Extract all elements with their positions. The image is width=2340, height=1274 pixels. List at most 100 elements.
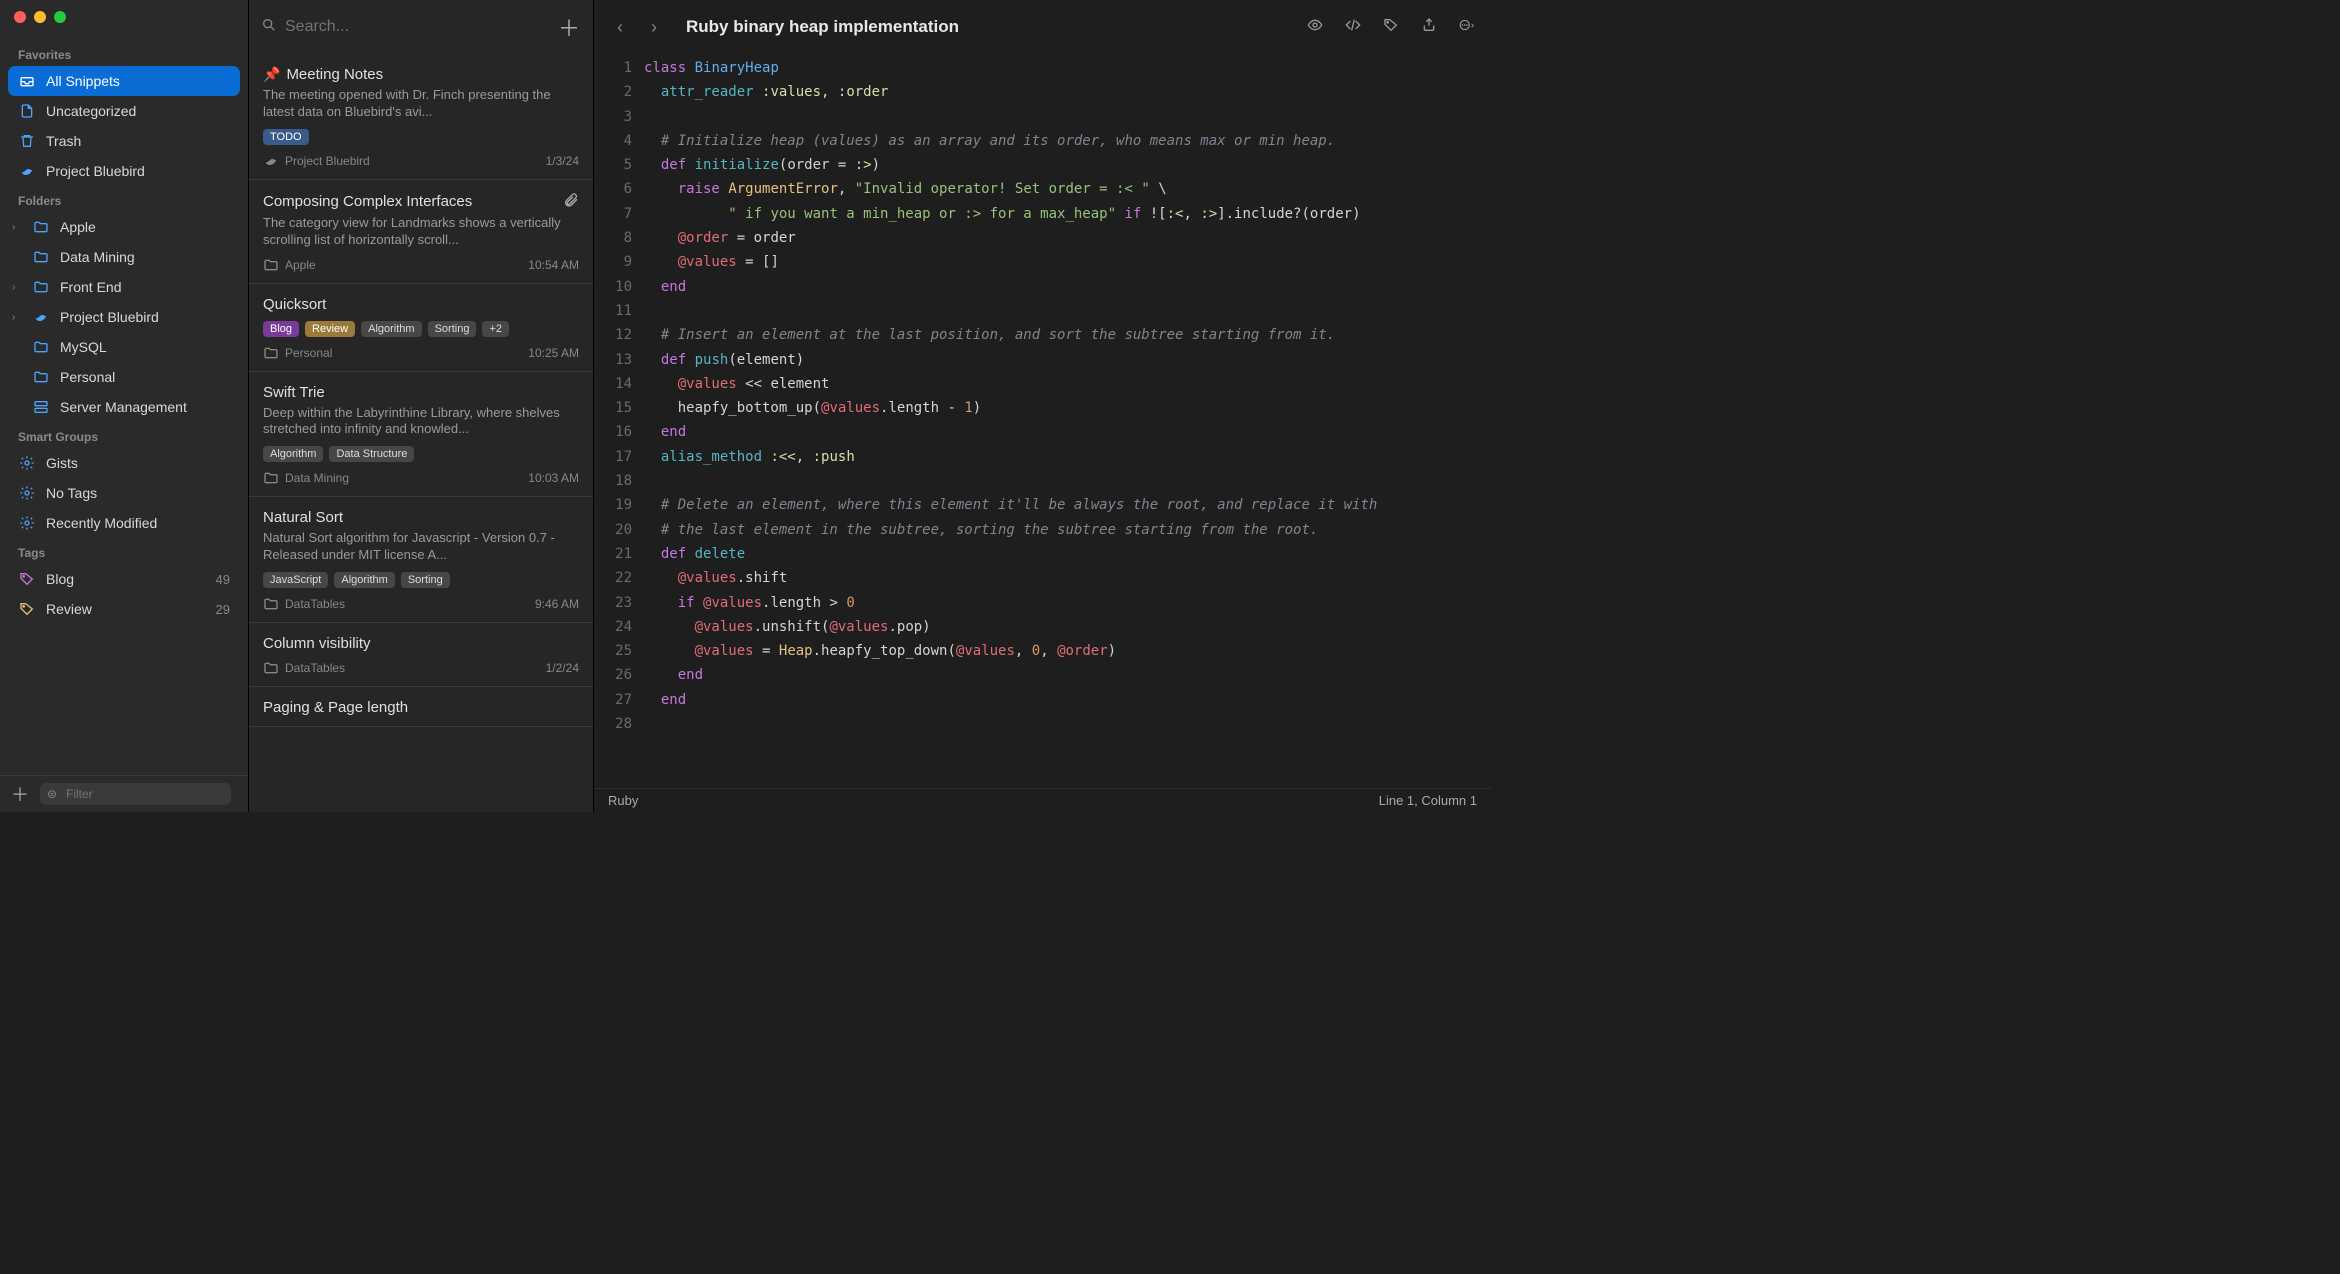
snippet-time: 9:46 AM <box>535 597 579 611</box>
sidebar-item-label: Apple <box>60 219 96 235</box>
gear-icon <box>18 454 36 472</box>
snippet-tag[interactable]: Sorting <box>401 572 450 588</box>
snippet-tag[interactable]: Sorting <box>428 321 477 337</box>
forward-button[interactable]: › <box>644 17 664 38</box>
snippet-title: Meeting Notes <box>286 66 579 83</box>
snippet-tag[interactable]: Data Structure <box>329 446 414 462</box>
sidebar-item-tag-review[interactable]: Review 29 <box>8 594 240 624</box>
snippet-tag[interactable]: Review <box>305 321 355 337</box>
tag-count: 49 <box>216 572 230 587</box>
snippet-preview: The category view for Landmarks shows a … <box>263 215 579 249</box>
snippet-time: 10:25 AM <box>528 346 579 360</box>
share-icon[interactable] <box>1421 17 1437 38</box>
editor-pane: ‹ › Ruby binary heap implementation <box>594 0 1491 812</box>
sidebar-item-uncategorized[interactable]: Uncategorized <box>8 96 240 126</box>
snippet-tag[interactable]: +2 <box>482 321 509 337</box>
gear-icon <box>18 514 36 532</box>
sidebar-section-folders: Folders <box>8 186 240 212</box>
sidebar-item-label: Uncategorized <box>46 103 136 119</box>
bluebird-icon <box>18 162 36 180</box>
sidebar-item-project-bluebird-folder[interactable]: › Project Bluebird <box>8 302 240 332</box>
chevron-right-icon[interactable]: › <box>12 222 22 233</box>
sidebar-section-favorites: Favorites <box>8 40 240 66</box>
trash-icon <box>18 132 36 150</box>
chevron-right-icon[interactable]: › <box>12 282 22 293</box>
sidebar-item-project-bluebird-fav[interactable]: Project Bluebird <box>8 156 240 186</box>
status-bar: Ruby Line 1, Column 1 <box>594 788 1491 812</box>
snippet-time: 1/2/24 <box>546 661 579 675</box>
sidebar-section-smart-groups: Smart Groups <box>8 422 240 448</box>
sidebar-item-label: No Tags <box>46 485 97 501</box>
sidebar-item-mysql[interactable]: MySQL <box>8 332 240 362</box>
editor-title: Ruby binary heap implementation <box>686 17 1293 37</box>
close-window-icon[interactable] <box>14 11 26 23</box>
minimize-window-icon[interactable] <box>34 11 46 23</box>
sidebar-item-label: Front End <box>60 279 121 295</box>
snippet-title: Natural Sort <box>263 509 579 526</box>
new-snippet-button[interactable]: ＋ <box>557 11 581 43</box>
snippet-preview: Natural Sort algorithm for Javascript - … <box>263 530 579 564</box>
sidebar-item-apple[interactable]: › Apple <box>8 212 240 242</box>
snippet-card[interactable]: Paging & Page length <box>249 687 593 727</box>
tag-icon[interactable] <box>1383 17 1399 38</box>
sidebar: Favorites All Snippets Uncategorized Tra… <box>0 0 249 812</box>
snippet-tag[interactable]: JavaScript <box>263 572 328 588</box>
tag-count: 29 <box>216 602 230 617</box>
snippet-title: Column visibility <box>263 635 579 652</box>
search-input[interactable] <box>285 18 547 36</box>
sidebar-item-recently-modified[interactable]: Recently Modified <box>8 508 240 538</box>
server-icon <box>32 398 50 416</box>
attachment-icon <box>563 192 579 211</box>
sidebar-item-label: Gists <box>46 455 78 471</box>
snippet-card[interactable]: Swift TrieDeep within the Labyrinthine L… <box>249 372 593 498</box>
sidebar-item-tag-blog[interactable]: Blog 49 <box>8 564 240 594</box>
cursor-position: Line 1, Column 1 <box>1379 793 1477 808</box>
sidebar-item-all-snippets[interactable]: All Snippets <box>8 66 240 96</box>
snippet-preview: Deep within the Labyrinthine Library, wh… <box>263 405 579 439</box>
sidebar-item-label: Trash <box>46 133 81 149</box>
maximize-window-icon[interactable] <box>54 11 66 23</box>
folder-icon <box>32 218 50 236</box>
code-editor[interactable]: 1234567891011121314151617181920212223242… <box>594 54 1491 788</box>
inbox-icon <box>18 72 36 90</box>
sidebar-item-gists[interactable]: Gists <box>8 448 240 478</box>
snippet-tag[interactable]: Blog <box>263 321 299 337</box>
language-label[interactable]: Ruby <box>608 793 638 808</box>
sidebar-item-server-management[interactable]: Server Management <box>8 392 240 422</box>
more-icon[interactable] <box>1459 17 1475 38</box>
filter-input[interactable] <box>40 783 231 805</box>
snippet-time: 1/3/24 <box>546 154 579 168</box>
sidebar-item-label: MySQL <box>60 339 107 355</box>
back-button[interactable]: ‹ <box>610 17 630 38</box>
snippet-tag[interactable]: TODO <box>263 129 309 145</box>
snippet-time: 10:03 AM <box>528 471 579 485</box>
sidebar-item-front-end[interactable]: › Front End <box>8 272 240 302</box>
preview-icon[interactable] <box>1307 17 1323 38</box>
snippet-card[interactable]: Composing Complex InterfacesThe category… <box>249 180 593 284</box>
snippet-tag[interactable]: Algorithm <box>334 572 394 588</box>
code-icon[interactable] <box>1345 17 1361 38</box>
snippet-card[interactable]: 📌Meeting NotesThe meeting opened with Dr… <box>249 54 593 180</box>
chevron-right-icon[interactable]: › <box>12 312 22 323</box>
sidebar-item-data-mining[interactable]: Data Mining <box>8 242 240 272</box>
sidebar-item-trash[interactable]: Trash <box>8 126 240 156</box>
sidebar-footer: ＋ ⊜ <box>0 775 248 812</box>
sidebar-item-label: All Snippets <box>46 73 120 89</box>
snippet-folder: DataTables <box>263 660 345 676</box>
window-controls[interactable] <box>14 11 66 23</box>
snippet-folder: Personal <box>263 345 332 361</box>
snippet-card[interactable]: QuicksortBlogReviewAlgorithmSorting+2 Pe… <box>249 284 593 372</box>
pin-icon: 📌 <box>263 66 280 83</box>
snippet-card[interactable]: Natural Sort Natural Sort algorithm for J… <box>249 497 593 623</box>
sidebar-item-no-tags[interactable]: No Tags <box>8 478 240 508</box>
sidebar-item-label: Project Bluebird <box>60 309 159 325</box>
folder-icon <box>32 248 50 266</box>
document-icon <box>18 102 36 120</box>
snippet-card[interactable]: Column visibility DataTables 1/2/24 <box>249 623 593 687</box>
search-icon <box>261 17 277 38</box>
add-button[interactable]: ＋ <box>8 782 32 806</box>
tag-icon <box>18 570 36 588</box>
snippet-tag[interactable]: Algorithm <box>361 321 421 337</box>
snippet-tag[interactable]: Algorithm <box>263 446 323 462</box>
sidebar-item-personal[interactable]: Personal <box>8 362 240 392</box>
